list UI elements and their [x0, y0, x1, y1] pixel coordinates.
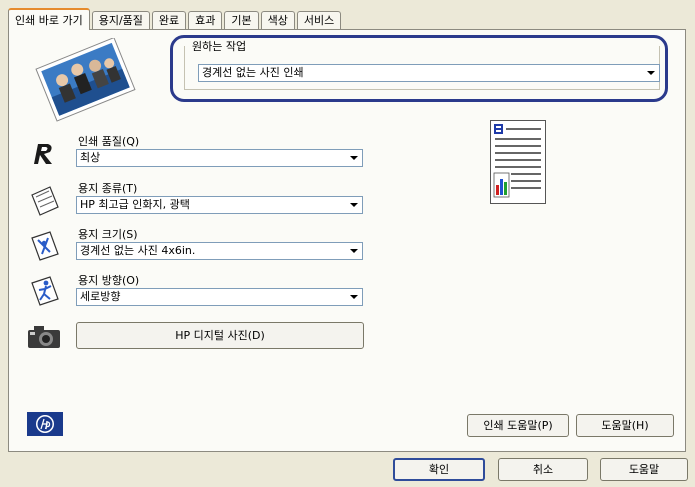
chevron-down-icon[interactable] [347, 244, 361, 258]
tab-finishing[interactable]: 완료 [151, 11, 187, 30]
orientation-value: 세로방향 [80, 290, 121, 303]
orientation-label: 용지 방향(O) [78, 274, 140, 287]
paper-type-value: HP 최고급 인화지, 광택 [80, 198, 190, 211]
print-help-button[interactable]: 인쇄 도움말(P) [467, 414, 569, 437]
print-quality-value: 최상 [80, 151, 101, 164]
tab-basics[interactable]: 기본 [224, 11, 259, 30]
paper-size-select[interactable]: 경계선 없는 사진 4x6in. [76, 242, 363, 260]
paper-type-select[interactable]: HP 최고급 인화지, 광택 [76, 196, 363, 214]
paper-size-label: 용지 크기(S) [78, 228, 138, 241]
tab-color[interactable]: 색상 [260, 11, 295, 30]
chevron-down-icon[interactable] [644, 66, 658, 80]
paper-type-label: 용지 종류(T) [78, 182, 138, 195]
help-button[interactable]: 도움말 [600, 458, 688, 481]
chevron-down-icon[interactable] [347, 198, 361, 212]
tab-services[interactable]: 서비스 [296, 11, 342, 30]
photo-thumbnail-icon [26, 36, 142, 124]
tab-effects[interactable]: 효과 [188, 11, 223, 30]
paper-sheet-icon [28, 183, 62, 217]
paper-size-value: 경계선 없는 사진 4x6in. [80, 244, 196, 257]
help-panel-button[interactable]: 도움말(H) [576, 414, 674, 437]
print-properties-dialog: 인쇄 바로 가기 용지/품질 완료 효과 기본 색상 서비스 원하는 작업 경계… [0, 0, 695, 487]
hp-logo-icon [27, 412, 63, 436]
print-quality-label: 인쇄 품질(Q) [78, 135, 140, 148]
cancel-button[interactable]: 취소 [498, 458, 588, 481]
tab-strip: 인쇄 바로 가기 용지/품질 완료 효과 기본 색상 서비스 [8, 8, 343, 30]
tab-paper-quality[interactable]: 용지/품질 [91, 11, 150, 30]
chevron-down-icon[interactable] [347, 290, 361, 304]
camera-icon [26, 322, 62, 350]
orientation-select[interactable]: 세로방향 [76, 288, 363, 306]
document-preview-icon [490, 120, 546, 204]
orientation-figure-icon [28, 273, 62, 307]
task-select[interactable]: 경계선 없는 사진 인쇄 [198, 64, 660, 82]
print-quality-select[interactable]: 최상 [76, 149, 363, 167]
printer-quality-icon [28, 138, 60, 170]
tab-print-shortcuts[interactable]: 인쇄 바로 가기 [8, 8, 90, 30]
paper-size-icon [28, 228, 62, 262]
hp-digital-photo-button[interactable]: HP 디지털 사진(D) [76, 322, 364, 349]
task-legend: 원하는 작업 [190, 38, 249, 54]
ok-button[interactable]: 확인 [393, 458, 485, 481]
task-select-value: 경계선 없는 사진 인쇄 [202, 66, 304, 79]
chevron-down-icon[interactable] [347, 151, 361, 165]
